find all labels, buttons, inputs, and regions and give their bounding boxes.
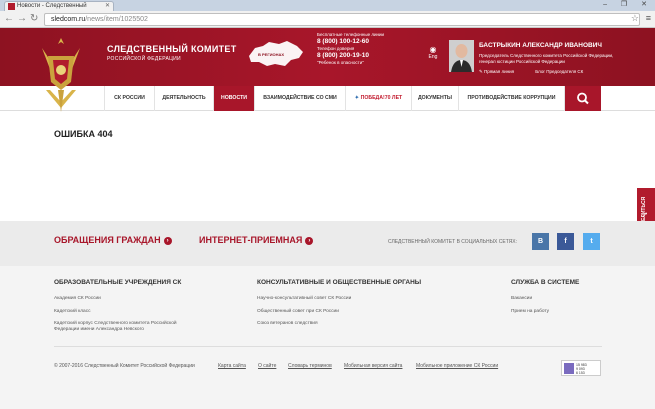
address-bar-row: ← → ↻ sledcom.ru/news/item/1025502 ☆ ≡ [0, 11, 655, 28]
chairman-blog-link[interactable]: Блог Председателя СК [535, 69, 583, 74]
site-header: СЛЕДСТВЕННЫЙ КОМИТЕТ РОССИЙСКОЙ ФЕДЕРАЦИ… [0, 28, 655, 86]
tab-title: Новости - Следственный [17, 3, 87, 9]
footer-link[interactable]: Научно-консультативный совет СК России [257, 296, 351, 302]
close-tab-icon[interactable]: ✕ [105, 2, 110, 11]
reload-icon[interactable]: ↻ [30, 13, 38, 25]
footer-link[interactable]: Прием на работу [511, 309, 549, 315]
child-line-number: 8 (800) 200-19-10 [317, 52, 370, 59]
nav-item-sk-russia[interactable]: СК РОССИИ [104, 86, 154, 111]
person-photo-icon [449, 40, 474, 72]
nav-item-documents[interactable]: ДОКУМЕНТЫ [411, 86, 458, 111]
sitemap-link[interactable]: Карта сайта [218, 363, 246, 369]
nav-item-media[interactable]: ВЗАИМОДЕЙСТВИЕ СО СМИ [254, 86, 345, 111]
citizens-appeals-label: ОБРАЩЕНИЯ ГРАЖДАН [54, 235, 161, 245]
search-icon [577, 92, 589, 105]
facebook-icon[interactable]: f [557, 233, 574, 250]
favicon-icon [8, 3, 15, 10]
footer-link[interactable]: Вакансии [511, 296, 532, 302]
back-icon[interactable]: ← [4, 13, 14, 25]
browser-menu-icon[interactable]: ≡ [646, 13, 651, 23]
glossary-link[interactable]: Словарь терминов [288, 363, 332, 369]
emblem-logo[interactable] [38, 34, 84, 114]
appeals-band: ОБРАЩЕНИЯ ГРАЖДАН › ИНТЕРНЕТ-ПРИЕМНАЯ › СЛ… [0, 221, 655, 266]
citizens-appeals-link[interactable]: ОБРАЩЕНИЯ ГРАЖДАН › [54, 235, 172, 245]
search-button[interactable] [565, 86, 601, 111]
footer-link[interactable]: Кадетский класс [54, 309, 91, 315]
site-subtitle: РОССИЙСКОЙ ФЕДЕРАЦИИ [107, 56, 181, 62]
footer-divider [54, 346, 602, 347]
chairman-name[interactable]: БАСТРЫКИН АЛЕКСАНДР ИВАНОВИЧ [479, 42, 602, 49]
avatar[interactable] [449, 40, 474, 72]
site-title[interactable]: СЛЕДСТВЕННЫЙ КОМИТЕТ [107, 44, 237, 54]
mobile-version-link[interactable]: Мобильная версия сайта [344, 363, 402, 369]
nav-item-anticorruption[interactable]: ПРОТИВОДЕЙСТВИЕ КОРРУПЦИИ [458, 86, 565, 111]
forward-icon[interactable]: → [17, 13, 27, 25]
window-controls[interactable]: – ❐ ✕ [603, 0, 653, 8]
counter-logo-icon [564, 363, 574, 374]
footer-link[interactable]: Академия СК России [54, 296, 101, 302]
language-label: Eng [428, 54, 438, 60]
footer-col-title: ОБРАЗОВАТЕЛЬНЫЕ УЧРЕЖДЕНИЯ СК [54, 279, 182, 286]
page-title: ОШИБКА 404 [54, 129, 113, 139]
hotline-number: 8 (800) 100-12-60 [317, 38, 370, 45]
url-host: sledcom.ru [51, 16, 86, 23]
url-path: /news/item/1025502 [85, 16, 148, 23]
footer-link[interactable]: Федерации имени Александра Невского [54, 327, 144, 333]
social-label: СЛЕДСТВЕННЫЙ КОМИТЕТ В СОЦИАЛЬНЫХ СЕТЯХ: [388, 239, 517, 245]
victory-star-icon: ✦ [354, 95, 360, 101]
mobile-app-link[interactable]: Мобильное приложение СК России [416, 363, 498, 369]
footer-col-title: КОНСУЛЬТАТИВНЫЕ И ОБЩЕСТВЕННЫЕ ОРГАНЫ [257, 279, 422, 286]
url-input[interactable]: sledcom.ru/news/item/1025502 [44, 13, 640, 26]
map-label[interactable]: В РЕГИОНАХ [258, 52, 284, 57]
copyright: © 2007-2016 Следственный Комитет Российс… [54, 363, 195, 369]
visit-counter[interactable]: 15 983 9 093 6 153 [561, 360, 601, 376]
victory-years: 70 ЛЕТ [384, 95, 403, 101]
child-line-caption: "Ребенок в опасности" [317, 60, 364, 65]
footer-link[interactable]: Союз ветеранов следствия [257, 321, 318, 327]
internet-reception-label: ИНТЕРНЕТ-ПРИЕМНАЯ [199, 235, 303, 245]
counter-value: 6 153 [576, 371, 585, 375]
chairman-links: ✎ Прямая линия Блог Председателя СК [479, 69, 593, 75]
nav-item-activity[interactable]: ДЕЯТЕЛЬНОСТЬ [154, 86, 213, 111]
hotlines: Бесплатные телефонные линии 8 (800) 100-… [317, 32, 384, 66]
main-nav: СК РОССИИ ДЕЯТЕЛЬНОСТЬ НОВОСТИ ВЗАИМОДЕЙ… [0, 86, 655, 111]
globe-icon: ◉ [429, 45, 437, 54]
nav-item-news[interactable]: НОВОСТИ [213, 86, 254, 111]
direct-line-link[interactable]: ✎ Прямая линия [479, 69, 524, 74]
victory-label: ПОБЕДА! [360, 95, 385, 101]
bookmark-star-icon[interactable]: ☆ [631, 13, 639, 24]
arrow-right-icon: › [163, 236, 172, 245]
arrow-right-icon: › [305, 236, 314, 245]
browser-tab[interactable]: Новости - Следственный ✕ [4, 1, 114, 11]
browser-tab-bar: Новости - Следственный ✕ – ❐ ✕ [0, 0, 655, 11]
about-link[interactable]: О сайте [258, 363, 276, 369]
twitter-icon[interactable]: t [583, 233, 600, 250]
footer-link[interactable]: Общественный совет при СК России [257, 309, 339, 315]
nav-item-victory[interactable]: ✦ ПОБЕДА!70 ЛЕТ [345, 86, 411, 111]
chairman-role: Председатель Следственного комитета Росс… [479, 53, 614, 64]
site-footer: ОБРАЗОВАТЕЛЬНЫЕ УЧРЕЖДЕНИЯ СК Академия С… [0, 266, 655, 409]
internet-reception-link[interactable]: ИНТЕРНЕТ-ПРИЕМНАЯ › [199, 235, 314, 245]
footer-col-title: СЛУЖБА В СИСТЕМЕ [511, 279, 580, 286]
language-switch[interactable]: ◉ Eng [426, 45, 440, 60]
vk-icon[interactable]: В [532, 233, 549, 250]
